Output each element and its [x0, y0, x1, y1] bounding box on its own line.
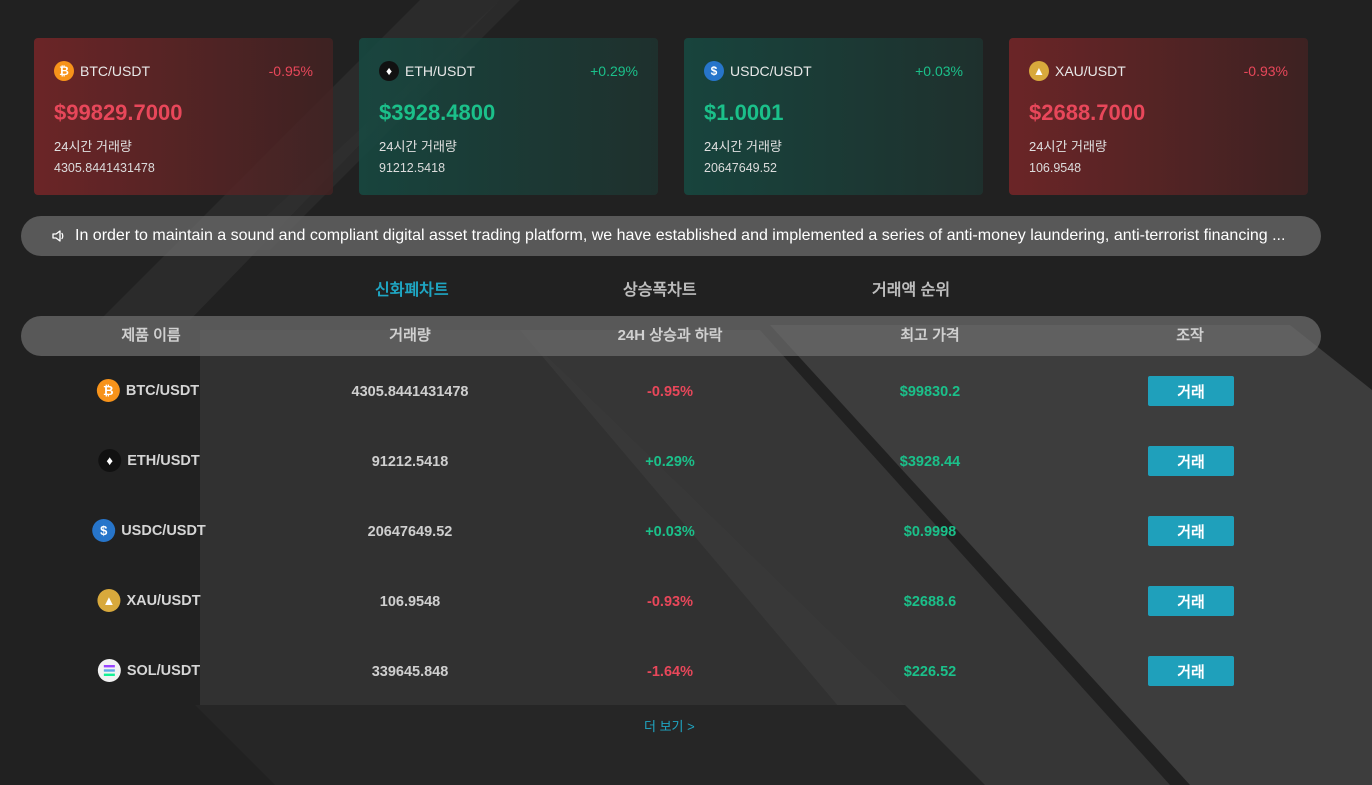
- trade-button[interactable]: 거래: [1148, 656, 1234, 686]
- card-volume: 106.9548: [1029, 161, 1082, 175]
- tab-new-coins[interactable]: 신화폐차트: [375, 276, 449, 300]
- ethereum-icon: ♦: [98, 449, 122, 472]
- more-link[interactable]: 더 보기 >: [644, 716, 695, 735]
- market-tabs: 신화폐차트 상승폭차트 거래액 순위: [0, 276, 1372, 299]
- header-product-name: 제품 이름: [121, 327, 181, 344]
- row-change: +0.29%: [645, 454, 695, 470]
- notice-bar[interactable]: In order to maintain a sound and complia…: [21, 216, 1321, 256]
- card-volume-label: 24시간 거래량: [54, 139, 132, 154]
- card-price: $99829.7000: [54, 100, 183, 125]
- card-volume-label: 24시간 거래량: [704, 139, 782, 154]
- row-high-price: $0.9998: [903, 524, 957, 540]
- card-volume: 20647649.52: [704, 161, 777, 175]
- card-change: +0.29%: [590, 63, 638, 79]
- ethereum-icon: ♦: [379, 61, 399, 81]
- tab-volume-ranking[interactable]: 거래액 순위: [872, 276, 950, 300]
- row-volume: 20647649.52: [367, 524, 453, 540]
- row-change: -1.64%: [647, 664, 693, 680]
- card-symbol: BTC/USDT: [80, 63, 150, 79]
- row-change: -0.93%: [647, 594, 693, 610]
- trade-button[interactable]: 거래: [1148, 516, 1234, 546]
- row-pair: BTC/USDT: [125, 382, 200, 399]
- table-row[interactable]: ♦ ETH/USDT 91212.5418 +0.29% $3928.44 거래: [0, 426, 1372, 496]
- row-high-price: $2688.6: [903, 594, 957, 610]
- table-row[interactable]: ₿ BTC/USDT 4305.8441431478 -0.95% $99830.…: [0, 356, 1372, 426]
- card-volume-label: 24시간 거래량: [379, 139, 457, 154]
- header-high-price: 최고 가격: [900, 327, 960, 344]
- row-pair: USDC/USDT: [121, 522, 206, 539]
- row-change: +0.03%: [645, 524, 695, 540]
- table-row[interactable]: $ USDC/USDT 20647649.52 +0.03% $0.9998 거래: [0, 496, 1372, 566]
- header-volume: 거래량: [389, 327, 431, 344]
- card-change: -0.95%: [268, 63, 313, 79]
- ticker-card-usdc[interactable]: $ USDC/USDT +0.03% $1.0001 24시간 거래량 20647…: [684, 38, 983, 195]
- row-volume: 106.9548: [379, 594, 441, 610]
- row-pair: SOL/USDT: [126, 662, 201, 679]
- row-pair: XAU/USDT: [126, 592, 201, 609]
- row-volume: 339645.848: [371, 664, 449, 680]
- card-change: +0.03%: [915, 63, 963, 79]
- gold-icon: ▲: [97, 589, 121, 612]
- row-high-price: $226.52: [903, 664, 957, 680]
- gold-icon: ▲: [1029, 61, 1049, 81]
- row-high-price: $99830.2: [899, 384, 961, 400]
- usdc-icon: $: [704, 61, 724, 81]
- card-volume: 91212.5418: [379, 161, 446, 175]
- card-change: -0.93%: [1243, 63, 1288, 79]
- trade-button[interactable]: 거래: [1148, 376, 1234, 406]
- ticker-card-btc[interactable]: ₿ BTC/USDT -0.95% $99829.7000 24시간 거래량 43…: [34, 38, 333, 195]
- ticker-cards: ₿ BTC/USDT -0.95% $99829.7000 24시간 거래량 43…: [34, 38, 1308, 195]
- card-price: $2688.7000: [1029, 100, 1146, 125]
- header-24h-change: 24H 상승과 하락: [617, 327, 723, 344]
- row-volume: 91212.5418: [371, 454, 449, 470]
- bitcoin-icon: ₿: [54, 61, 74, 81]
- table-row[interactable]: SOL/USDT 339645.848 -1.64% $226.52 거래: [0, 636, 1372, 706]
- row-volume: 4305.8441431478: [351, 384, 469, 400]
- card-symbol: XAU/USDT: [1055, 63, 1126, 79]
- table-row[interactable]: ▲ XAU/USDT 106.9548 -0.93% $2688.6 거래: [0, 566, 1372, 636]
- card-symbol: ETH/USDT: [405, 63, 475, 79]
- card-price: $1.0001: [704, 100, 784, 125]
- market-page: ₿ BTC/USDT -0.95% $99829.7000 24시간 거래량 43…: [0, 0, 1372, 785]
- card-volume-label: 24시간 거래량: [1029, 139, 1107, 154]
- ticker-card-xau[interactable]: ▲ XAU/USDT -0.93% $2688.7000 24시간 거래량 106…: [1009, 38, 1308, 195]
- solana-icon: [97, 659, 121, 682]
- ticker-card-eth[interactable]: ♦ ETH/USDT +0.29% $3928.4800 24시간 거래량 912…: [359, 38, 658, 195]
- trade-button[interactable]: 거래: [1148, 446, 1234, 476]
- row-change: -0.95%: [647, 384, 693, 400]
- speaker-icon: [52, 230, 64, 242]
- row-pair: ETH/USDT: [127, 452, 200, 469]
- card-price: $3928.4800: [379, 100, 496, 125]
- card-volume: 4305.8441431478: [54, 161, 155, 175]
- trade-button[interactable]: 거래: [1148, 586, 1234, 616]
- card-symbol: USDC/USDT: [730, 63, 812, 79]
- header-action: 조작: [1176, 327, 1204, 344]
- row-high-price: $3928.44: [899, 454, 961, 470]
- table-header: 제품 이름 거래량 24H 상승과 하락 최고 가격 조작: [21, 316, 1321, 356]
- notice-text: In order to maintain a sound and complia…: [75, 227, 1286, 244]
- tab-gainers[interactable]: 상승폭차트: [623, 276, 697, 300]
- usdc-icon: $: [92, 519, 116, 542]
- bitcoin-icon: ₿: [96, 379, 120, 402]
